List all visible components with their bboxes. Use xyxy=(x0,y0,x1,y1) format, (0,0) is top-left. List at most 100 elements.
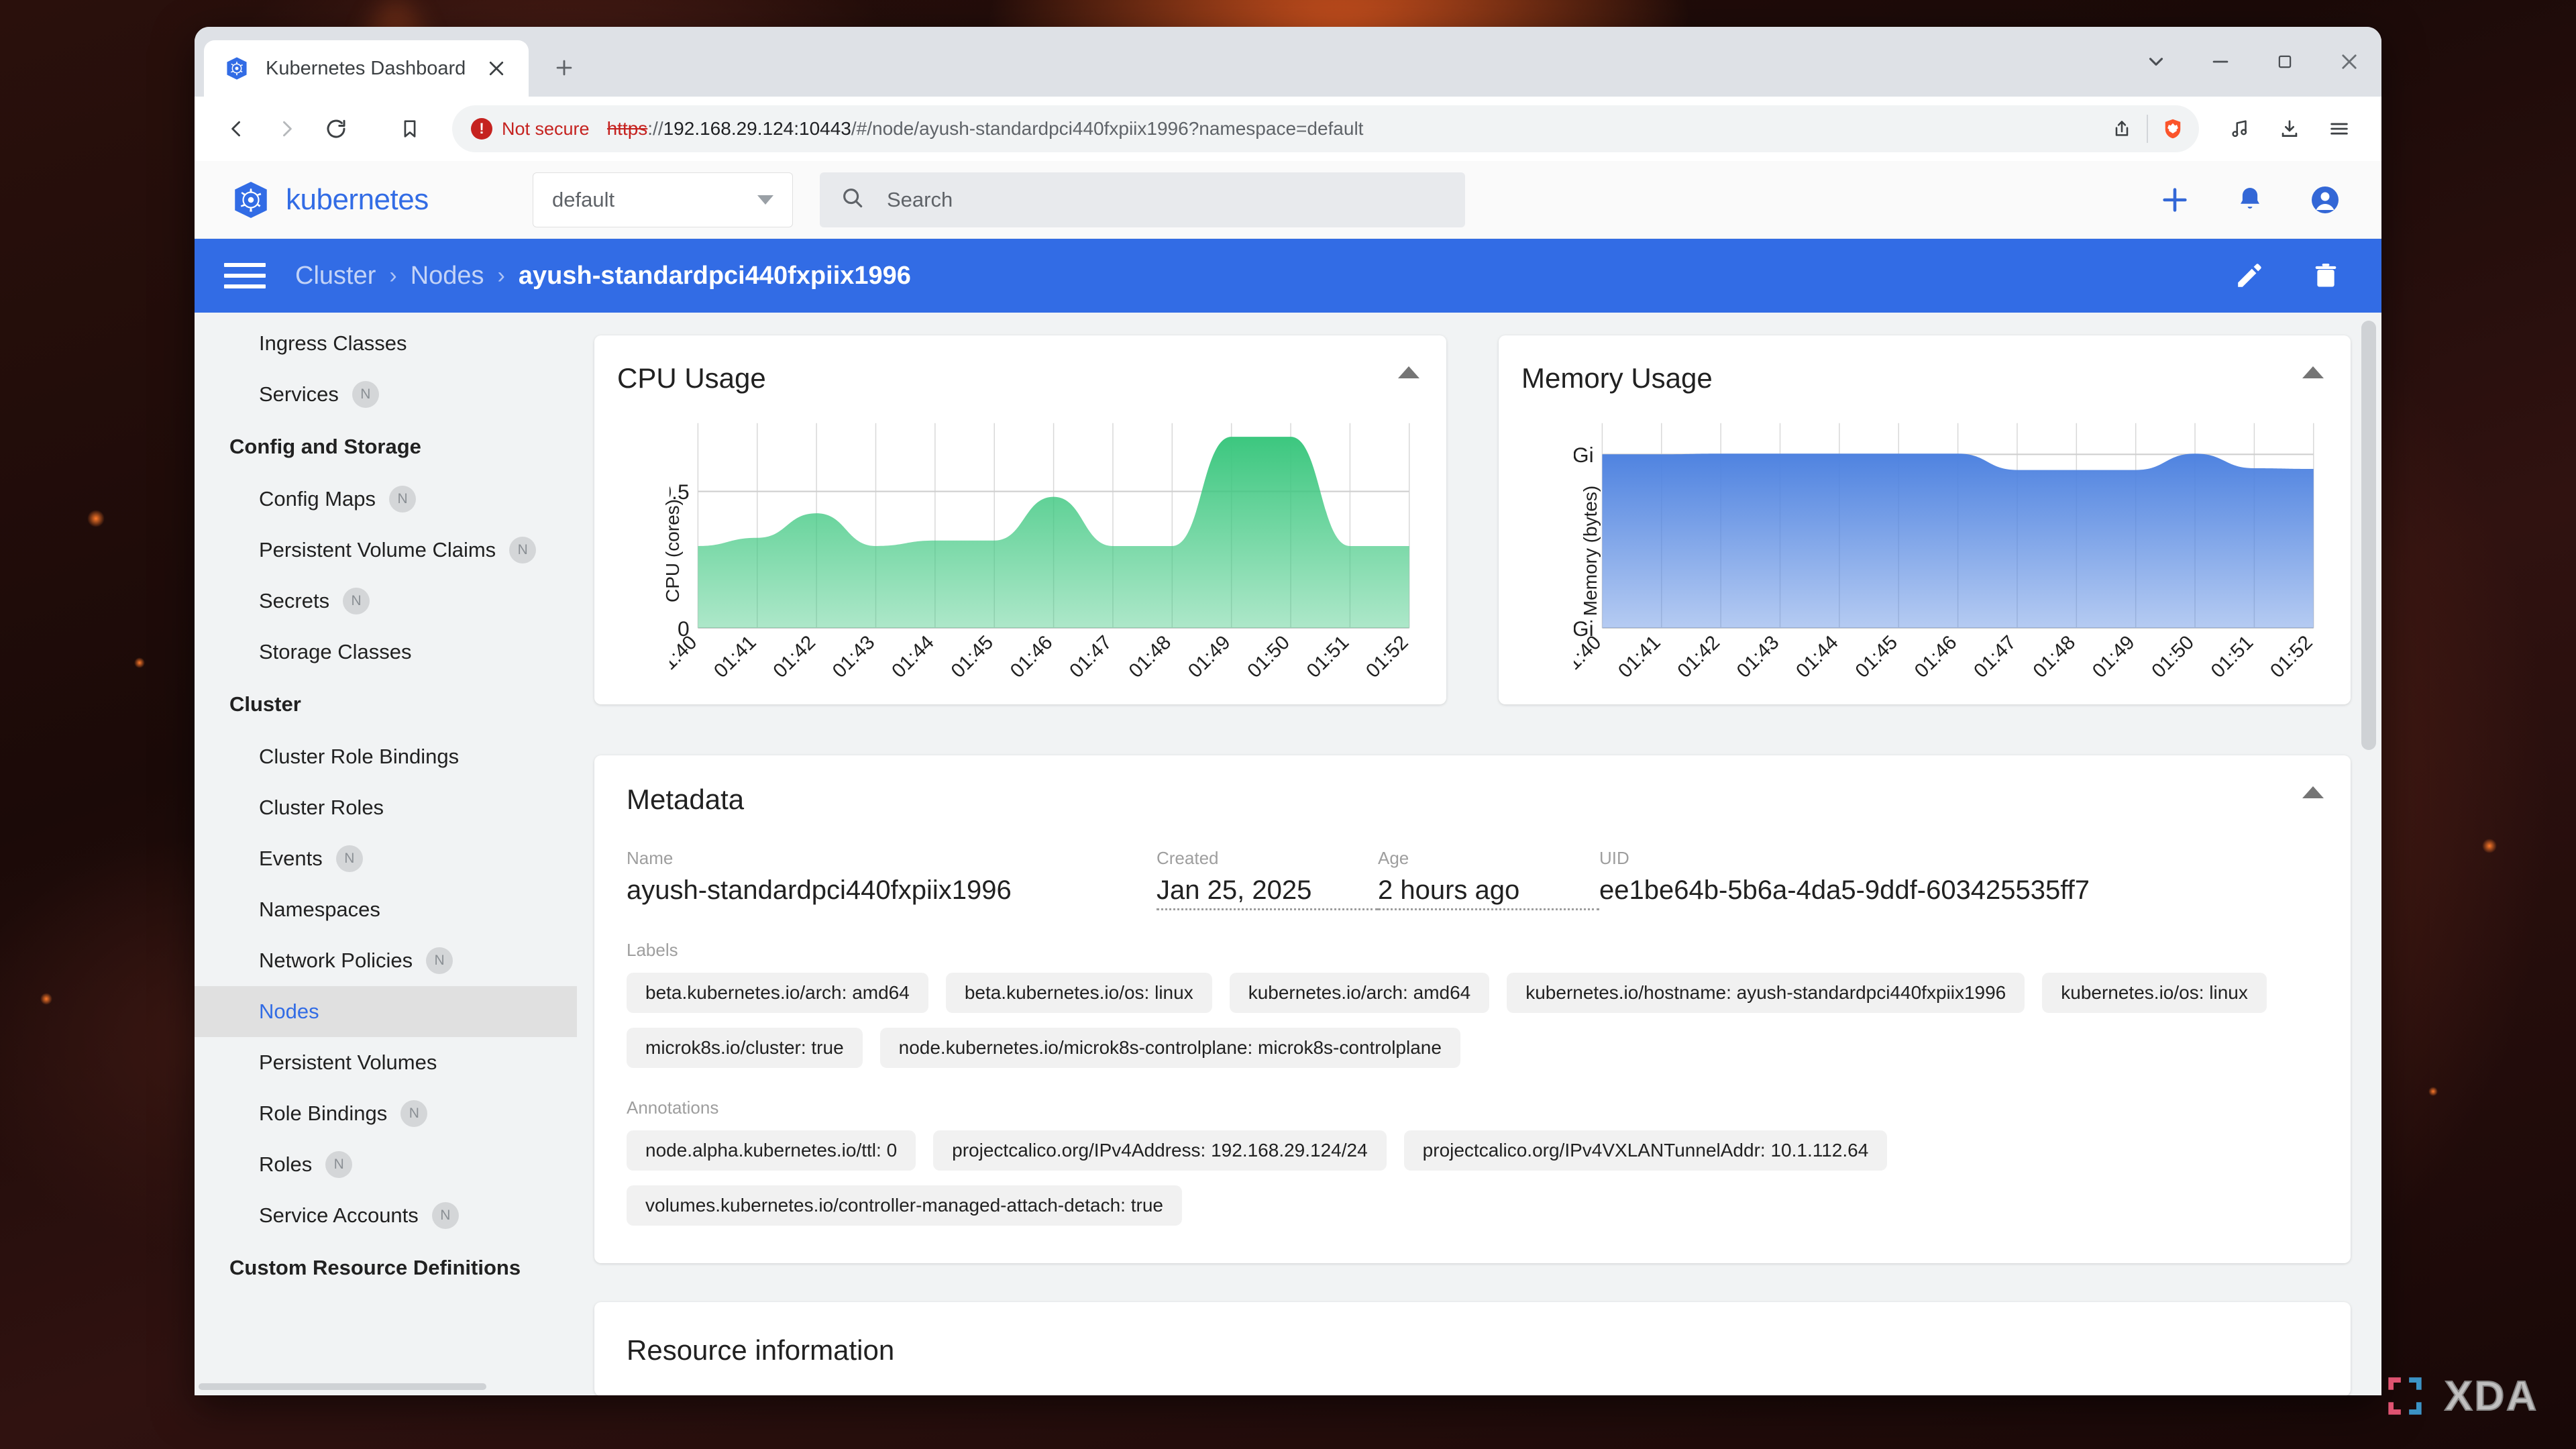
kubernetes-logo[interactable]: kubernetes xyxy=(231,180,533,220)
close-window-button[interactable] xyxy=(2317,27,2381,97)
sidebar-item-ingress-classes[interactable]: Ingress Classes xyxy=(195,318,577,369)
sidebar-item-roles[interactable]: Roles N xyxy=(195,1139,577,1190)
browser-window: Kubernetes Dashboard xyxy=(195,27,2381,1395)
labels-chip-list: beta.kubernetes.io/arch: amd64beta.kuber… xyxy=(627,973,2318,1068)
not-secure-icon: ! xyxy=(471,118,492,140)
label-chip: kubernetes.io/os: linux xyxy=(2042,973,2267,1013)
breadcrumb-item-nodes[interactable]: Nodes xyxy=(411,262,484,290)
svg-text:01:50: 01:50 xyxy=(1243,631,1294,682)
svg-text:01:51: 01:51 xyxy=(1303,631,1354,682)
content-scrollbar-thumb[interactable] xyxy=(2361,321,2376,750)
metadata-fields-row: Name ayush-standardpci440fxpiix1996 Crea… xyxy=(627,848,2318,910)
address-bar[interactable]: ! Not secure https://192.168.29.124:1044… xyxy=(452,105,2199,152)
annotations-section: Annotations node.alpha.kubernetes.io/ttl… xyxy=(627,1097,2318,1226)
main-content: CPU Usage CPU (cores) 00.501:4001:4101:4… xyxy=(577,313,2381,1395)
label-chip: kubernetes.io/hostname: ayush-standardpc… xyxy=(1507,973,2025,1013)
search-input[interactable]: Search xyxy=(820,172,1465,227)
share-icon[interactable] xyxy=(2101,108,2143,150)
label-chip: node.kubernetes.io/microk8s-controlplane… xyxy=(880,1028,1460,1068)
field-value: ayush-standardpci440fxpiix1996 xyxy=(627,875,1157,906)
minimize-button[interactable] xyxy=(2188,27,2253,97)
account-circle-icon[interactable] xyxy=(2305,180,2345,220)
sidebar-item-events[interactable]: Events N xyxy=(195,833,577,884)
music-note-icon[interactable] xyxy=(2215,104,2265,154)
namespaced-badge: N xyxy=(336,845,363,872)
sidebar-item-persistent-volume-claims[interactable]: Persistent Volume Claims N xyxy=(195,525,577,576)
cpu-usage-card: CPU Usage CPU (cores) 00.501:4001:4101:4… xyxy=(594,335,1446,704)
plus-icon[interactable] xyxy=(2155,180,2195,220)
close-icon[interactable] xyxy=(482,54,511,83)
svg-text:01:52: 01:52 xyxy=(1362,631,1413,682)
sidebar-item-secrets[interactable]: Secrets N xyxy=(195,576,577,627)
caret-up-icon[interactable] xyxy=(2302,366,2324,378)
svg-text:01:48: 01:48 xyxy=(1124,631,1175,682)
breadcrumb-current: ayush-standardpci440fxpiix1996 xyxy=(519,262,911,290)
namespace-select[interactable]: default xyxy=(533,172,793,227)
trash-icon[interactable] xyxy=(2306,256,2345,295)
sidebar-item-namespaces[interactable]: Namespaces xyxy=(195,884,577,935)
svg-text:01:41: 01:41 xyxy=(710,631,761,682)
download-icon[interactable] xyxy=(2265,104,2314,154)
bookmark-icon[interactable] xyxy=(385,104,435,154)
desktop-wallpaper: Kubernetes Dashboard xyxy=(0,0,2576,1449)
url-scheme: https xyxy=(607,118,648,139)
bell-icon[interactable] xyxy=(2230,180,2270,220)
kubernetes-topbar: kubernetes default Search xyxy=(195,161,2381,239)
sidebar-item-storage-classes[interactable]: Storage Classes xyxy=(195,627,577,678)
sidebar-item-label: Storage Classes xyxy=(259,640,411,664)
security-status[interactable]: ! Not secure xyxy=(471,118,607,140)
sidebar-item-label: Network Policies xyxy=(259,949,413,973)
sidebar-scrollbar[interactable] xyxy=(199,1383,568,1390)
url-text[interactable]: https://192.168.29.124:10443/#/node/ayus… xyxy=(607,118,2101,140)
hamburger-menu-icon[interactable] xyxy=(2314,104,2364,154)
svg-text:01:42: 01:42 xyxy=(769,631,820,682)
svg-text:01:41: 01:41 xyxy=(1614,631,1665,682)
caret-up-icon[interactable] xyxy=(2302,786,2324,798)
sidebar-item-services[interactable]: Services N xyxy=(195,369,577,420)
sidebar-item-cluster-role-bindings[interactable]: Cluster Role Bindings xyxy=(195,731,577,782)
sidebar-item-role-bindings[interactable]: Role Bindings N xyxy=(195,1088,577,1139)
sidebar-item-persistent-volumes[interactable]: Persistent Volumes xyxy=(195,1037,577,1088)
svg-text:01:51: 01:51 xyxy=(2207,631,2258,682)
content-scrollbar[interactable] xyxy=(2361,321,2376,1395)
svg-text:01:43: 01:43 xyxy=(828,631,879,682)
svg-text:01:43: 01:43 xyxy=(1733,631,1784,682)
new-tab-button[interactable] xyxy=(543,47,585,89)
pencil-icon[interactable] xyxy=(2230,256,2269,295)
namespaced-badge: N xyxy=(352,381,379,408)
sidebar-item-service-accounts[interactable]: Service Accounts N xyxy=(195,1190,577,1241)
sidebar-item-label: Ingress Classes xyxy=(259,331,407,356)
search-icon xyxy=(840,185,865,214)
sidebar-item-network-policies[interactable]: Network Policies N xyxy=(195,935,577,986)
forward-arrow-icon[interactable] xyxy=(262,104,311,154)
sidebar-item-cluster-roles[interactable]: Cluster Roles xyxy=(195,782,577,833)
metadata-field-uid: UID ee1be64b-5b6a-4da5-9ddf-603425535ff7 xyxy=(1599,848,2090,906)
not-secure-label: Not secure xyxy=(502,119,590,140)
kubernetes-favicon xyxy=(224,56,250,81)
breadcrumb-item-cluster[interactable]: Cluster xyxy=(295,262,376,290)
namespaced-badge: N xyxy=(389,486,416,513)
sidebar-item-nodes[interactable]: Nodes xyxy=(195,986,577,1037)
caret-up-icon[interactable] xyxy=(1398,366,1419,378)
svg-text:01:52: 01:52 xyxy=(2266,631,2317,682)
omnibox-actions xyxy=(2101,108,2194,150)
xda-bracket-icon xyxy=(2380,1371,2430,1421)
xda-watermark: XDA xyxy=(2380,1371,2538,1421)
svg-text:01:49: 01:49 xyxy=(2088,631,2139,682)
annotations-chip-list: node.alpha.kubernetes.io/ttl: 0projectca… xyxy=(627,1130,2318,1226)
memory-usage-title: Memory Usage xyxy=(1521,362,2328,394)
sidebar-scrollbar-thumb[interactable] xyxy=(199,1383,486,1390)
annotation-chip: projectcalico.org/IPv4Address: 192.168.2… xyxy=(933,1130,1387,1171)
metadata-title: Metadata xyxy=(627,784,2318,816)
sidebar-nav[interactable]: Ingress Classes Services N Config and St… xyxy=(195,313,577,1395)
tab-search-button[interactable] xyxy=(2124,27,2188,97)
maximize-button[interactable] xyxy=(2253,27,2317,97)
browser-tab[interactable]: Kubernetes Dashboard xyxy=(204,40,529,97)
sidebar-item-config-maps[interactable]: Config Maps N xyxy=(195,474,577,525)
back-arrow-icon[interactable] xyxy=(212,104,262,154)
hamburger-menu-icon[interactable] xyxy=(224,255,266,297)
reload-icon[interactable] xyxy=(311,104,361,154)
brave-shields-icon[interactable] xyxy=(2152,108,2194,150)
sidebar-group-config-and-storage: Config and Storage xyxy=(195,420,577,474)
sidebar-item-label: Roles xyxy=(259,1152,312,1177)
